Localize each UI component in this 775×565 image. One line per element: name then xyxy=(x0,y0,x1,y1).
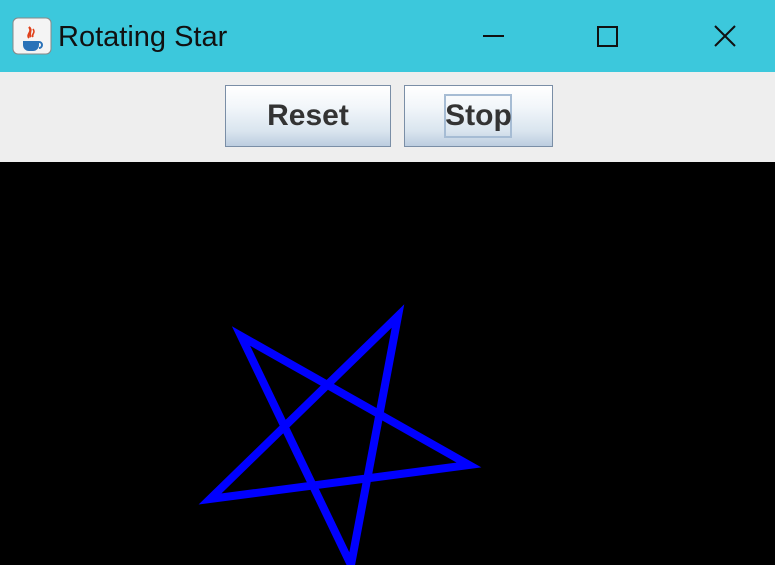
close-button[interactable] xyxy=(670,0,775,72)
stop-button-label: Stop xyxy=(445,99,512,132)
rotating-star-outline xyxy=(198,304,482,565)
button-panel: Reset Stop xyxy=(0,72,775,162)
title-bar[interactable]: Rotating Star xyxy=(0,0,775,72)
reset-button-label: Reset xyxy=(267,99,349,132)
minimize-icon xyxy=(483,35,504,37)
window-title: Rotating Star xyxy=(58,21,228,53)
drawing-canvas xyxy=(0,162,775,565)
maximize-icon xyxy=(597,26,618,47)
star-canvas xyxy=(198,304,482,565)
app-window: Rotating Star Reset Stop xyxy=(0,0,775,565)
minimize-button[interactable] xyxy=(438,0,548,72)
maximize-button[interactable] xyxy=(552,0,662,72)
close-icon xyxy=(714,25,736,47)
stop-button[interactable]: Stop xyxy=(404,85,553,147)
java-coffee-cup-icon[interactable] xyxy=(12,17,52,55)
reset-button[interactable]: Reset xyxy=(225,85,391,147)
